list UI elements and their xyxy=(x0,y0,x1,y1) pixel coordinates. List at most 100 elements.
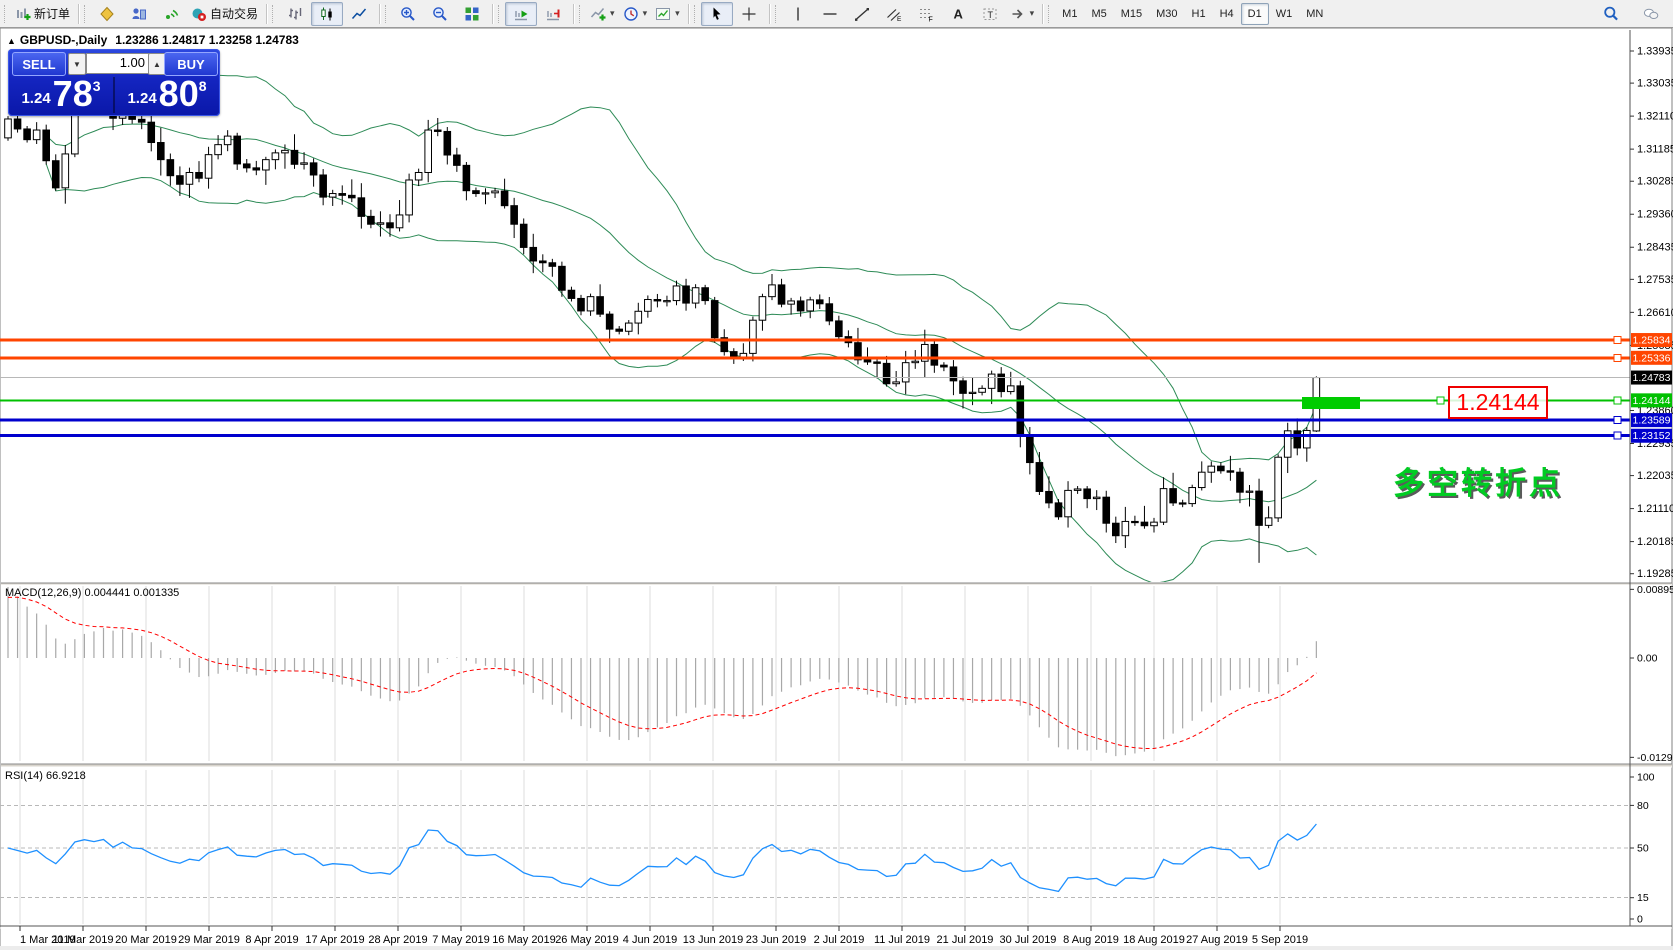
chat-button[interactable] xyxy=(1635,2,1667,26)
chinese-note-text[interactable]: 多空转折点 xyxy=(1393,458,1563,503)
svg-text:20 Mar 2019: 20 Mar 2019 xyxy=(115,934,177,946)
new-order-button[interactable]: 新订单 xyxy=(11,2,74,26)
bar-chart-button[interactable] xyxy=(279,2,311,26)
price-divider xyxy=(113,77,115,113)
svg-text:1.26610: 1.26610 xyxy=(1637,307,1673,319)
collapse-arrow-icon[interactable]: ▲ xyxy=(7,36,16,46)
hline-button[interactable] xyxy=(814,2,846,26)
candles-icon xyxy=(319,6,335,22)
line-chart-button[interactable] xyxy=(343,2,375,26)
hline-anchor[interactable] xyxy=(1614,337,1621,344)
svg-text:26 May 2019: 26 May 2019 xyxy=(555,934,619,946)
timeframe-m1-button[interactable]: M1 xyxy=(1055,3,1084,25)
chat-icon xyxy=(1643,6,1659,22)
annotation-anchor[interactable] xyxy=(1437,397,1444,404)
autotrading-icon xyxy=(191,6,207,22)
template-icon xyxy=(655,6,671,22)
hline-anchor[interactable] xyxy=(1614,354,1621,361)
svg-text:13 Jun 2019: 13 Jun 2019 xyxy=(683,934,744,946)
periods-button[interactable]: ▾ xyxy=(619,2,652,26)
label-button[interactable]: T xyxy=(974,2,1006,26)
svg-text:1.22035: 1.22035 xyxy=(1637,470,1673,482)
svg-text:11 Mar 2019: 11 Mar 2019 xyxy=(53,934,114,946)
indicator-grid xyxy=(20,586,1280,924)
sell-price-figure: 1.24 xyxy=(21,90,50,107)
toolbar-grip xyxy=(385,5,389,23)
timeframe-d1-button[interactable]: D1 xyxy=(1241,3,1269,25)
volume-input[interactable]: 1.00 xyxy=(86,53,150,74)
timeframe-m15-button[interactable]: M15 xyxy=(1114,3,1149,25)
shift-icon xyxy=(545,6,561,22)
crosshair-button[interactable] xyxy=(733,2,765,26)
autotrading-button[interactable]: 自动交易 xyxy=(187,2,262,26)
shapes-button[interactable]: ▾ xyxy=(1006,2,1039,26)
text-button[interactable]: A xyxy=(942,2,974,26)
tile-windows-button[interactable] xyxy=(456,2,488,26)
green-highlight-segment[interactable] xyxy=(1302,397,1360,409)
chart-title: ▲GBPUSD-,Daily1.23286 1.24817 1.23258 1.… xyxy=(7,33,299,47)
svg-text:100: 100 xyxy=(1637,772,1655,784)
auto-scroll-button[interactable] xyxy=(505,2,537,26)
dropdown-caret-icon[interactable]: ▾ xyxy=(643,8,648,19)
svg-text:2 Jul 2019: 2 Jul 2019 xyxy=(814,934,865,946)
timeframe-w1-button[interactable]: W1 xyxy=(1269,3,1300,25)
trendline-button[interactable] xyxy=(846,2,878,26)
ohlc-values: 1.23286 1.24817 1.23258 1.24783 xyxy=(115,33,299,47)
svg-text:0.008954: 0.008954 xyxy=(1637,584,1673,596)
signals-button[interactable] xyxy=(155,2,187,26)
timeframe-mn-button[interactable]: MN xyxy=(1299,3,1330,25)
macd-pane-label: MACD(12,26,9) 0.004441 0.001335 xyxy=(5,587,179,599)
buy-price[interactable]: 1.24 80 8 xyxy=(116,75,218,115)
price-annotation-box[interactable]: 1.24144 xyxy=(1448,386,1548,419)
svg-text:30 Jul 2019: 30 Jul 2019 xyxy=(1000,934,1057,946)
svg-text:18 Aug 2019: 18 Aug 2019 xyxy=(1123,934,1185,946)
svg-text:1.19285: 1.19285 xyxy=(1637,568,1673,580)
vline-button[interactable] xyxy=(782,2,814,26)
svg-text:1.28435: 1.28435 xyxy=(1637,242,1673,254)
svg-text:21 Jul 2019: 21 Jul 2019 xyxy=(937,934,994,946)
sell-price-pips: 78 xyxy=(53,75,93,113)
channel-button[interactable]: E xyxy=(878,2,910,26)
timeframe-m30-button[interactable]: M30 xyxy=(1149,3,1184,25)
autotrading-button-label: 自动交易 xyxy=(210,5,258,22)
svg-text:7 May 2019: 7 May 2019 xyxy=(432,934,489,946)
rsi-value: 66.9218 xyxy=(46,770,86,782)
toolbar-separator xyxy=(379,4,380,24)
toolbar-grip xyxy=(84,5,88,23)
dropdown-caret-icon[interactable]: ▾ xyxy=(610,8,615,19)
svg-text:4 Jun 2019: 4 Jun 2019 xyxy=(623,934,677,946)
toolbar-grip xyxy=(694,5,698,23)
dropdown-caret-icon[interactable]: ▾ xyxy=(675,8,680,19)
indicators-button[interactable]: ▾ xyxy=(586,2,619,26)
candlestick-chart-button[interactable] xyxy=(311,2,343,26)
rsi-name: RSI(14) xyxy=(5,770,43,782)
zoom-out-button[interactable] xyxy=(424,2,456,26)
hline-anchor[interactable] xyxy=(1614,397,1621,404)
clock-icon xyxy=(623,6,639,22)
svg-text:1.24783: 1.24783 xyxy=(1633,372,1671,384)
shapes-icon xyxy=(1010,6,1026,22)
timeframe-m5-button[interactable]: M5 xyxy=(1084,3,1113,25)
chart-shift-button[interactable] xyxy=(537,2,569,26)
toolbar-separator xyxy=(1042,4,1043,24)
market-watch-button[interactable] xyxy=(123,2,155,26)
signals-icon xyxy=(163,6,179,22)
fibonacci-button[interactable]: F xyxy=(910,2,942,26)
timeframe-h4-button[interactable]: H4 xyxy=(1213,3,1241,25)
timeframe-h1-button[interactable]: H1 xyxy=(1185,3,1213,25)
svg-text:1.25834: 1.25834 xyxy=(1633,335,1671,347)
sell-price[interactable]: 1.24 78 3 xyxy=(10,75,112,115)
cursor-button[interactable] xyxy=(701,2,733,26)
metaeditor-button[interactable] xyxy=(91,2,123,26)
svg-text:1.20185: 1.20185 xyxy=(1637,536,1673,548)
templates-button[interactable]: ▾ xyxy=(651,2,684,26)
volume-decrease-button[interactable]: ▼ xyxy=(68,53,86,75)
search-button[interactable] xyxy=(1595,2,1627,26)
hline-anchor[interactable] xyxy=(1614,432,1621,439)
svg-text:1.31185: 1.31185 xyxy=(1637,144,1673,156)
dropdown-caret-icon[interactable]: ▾ xyxy=(1030,8,1035,19)
hline-anchor[interactable] xyxy=(1614,417,1621,424)
zoom-in-button[interactable] xyxy=(392,2,424,26)
sell-price-point: 3 xyxy=(93,78,101,94)
svg-text:11 Jul 2019: 11 Jul 2019 xyxy=(874,934,930,946)
